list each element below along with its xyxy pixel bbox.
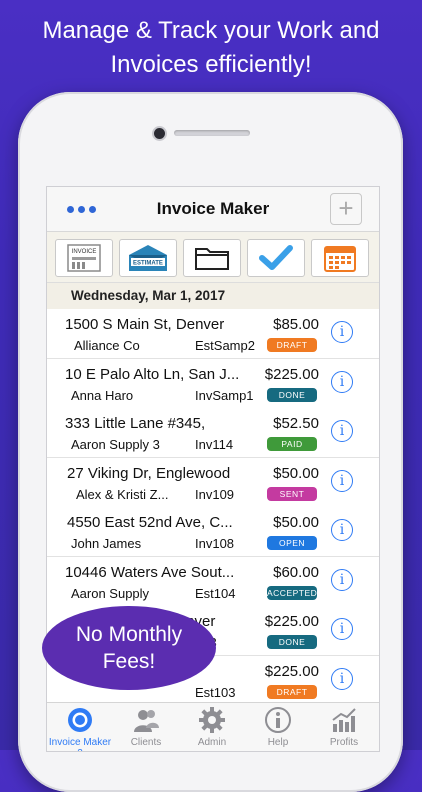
tab-label: Admin	[197, 737, 227, 748]
row-number: Est104	[195, 585, 236, 601]
promo-line1: No Monthly	[75, 623, 183, 646]
row-client: Aaron Supply	[71, 585, 150, 601]
headline-line1: Manage & Track your Work and	[42, 17, 380, 44]
info-icon[interactable]: i	[331, 519, 353, 541]
status-badge: OPEN	[267, 536, 317, 550]
info-icon[interactable]: i	[331, 321, 353, 343]
list-item[interactable]: 27 Viking Dr, Englewood Alex & Kristi Z..…	[47, 457, 379, 508]
section-date: Wednesday, Mar 1, 2017	[71, 288, 226, 303]
info-icon	[265, 707, 291, 733]
status-badge: DONE	[267, 387, 317, 402]
status-badge: DONE	[267, 635, 317, 649]
tab-help[interactable]: Help	[245, 703, 311, 751]
status-badge: ACCEPTED	[267, 585, 318, 600]
row-number: Inv114	[195, 437, 234, 452]
invoice-icon-label: INVOICE	[72, 249, 97, 255]
target-icon	[68, 708, 92, 732]
toolbar: INVOICE ESTIMATE	[47, 232, 379, 283]
tab-invoice-maker[interactable]: Invoice Maker 2	[47, 703, 113, 751]
row-address: 10 E Palo Alto Ln, San J...	[65, 365, 240, 383]
nav-bar: Invoice Maker +	[47, 187, 379, 232]
info-icon[interactable]: i	[331, 667, 353, 690]
estimate-icon-label: ESTIMATE	[133, 261, 163, 267]
info-icon[interactable]: i	[331, 618, 353, 640]
list-item[interactable]: 1500 S Main St, Denver Alliance Co EstSamp…	[47, 309, 379, 359]
row-address: 333 Little Lane #345,	[65, 415, 206, 432]
row-amount: $50.00	[273, 514, 319, 531]
row-client: Alliance Co	[74, 338, 140, 353]
list-item[interactable]: 10446 Waters Ave Sout... Aaron Supply Est1…	[47, 556, 379, 607]
invoice-icon: INVOICE	[67, 244, 101, 272]
row-client: Aaron Supply 3	[71, 437, 160, 452]
row-address: 1500 S Main St, Denver	[65, 316, 225, 333]
info-icon[interactable]: i	[331, 420, 353, 442]
row-number: InvSamp1	[195, 387, 254, 403]
invoice-button[interactable]: INVOICE	[55, 239, 113, 277]
row-number: EstSamp2	[195, 338, 255, 353]
tab-admin[interactable]: Admin	[179, 703, 245, 751]
estimate-icon: ESTIMATE	[129, 245, 167, 271]
speaker-grille	[174, 130, 250, 136]
row-amount: $225.00	[264, 662, 319, 680]
folder-icon	[195, 248, 229, 270]
checkmark-icon	[259, 245, 293, 270]
row-address: 27 Viking Dr, Englewood	[67, 464, 231, 482]
status-badge: PAID	[267, 437, 317, 451]
info-icon[interactable]: i	[331, 469, 353, 492]
row-address: 4550 East 52nd Ave, C...	[67, 514, 233, 531]
status-badge: DRAFT	[267, 684, 317, 699]
calendar-icon	[324, 246, 356, 272]
row-number: Est103	[195, 684, 236, 700]
calendar-button[interactable]	[311, 239, 369, 277]
tab-label: Help	[267, 737, 289, 748]
row-number: Inv108	[195, 536, 235, 551]
tab-profits[interactable]: Profits	[311, 703, 377, 751]
tab-clients[interactable]: Clients	[113, 703, 179, 751]
row-amount: $85.00	[273, 316, 319, 333]
headline: Manage & Track your Work and Invoices ef…	[0, 14, 422, 82]
promo-bubble: No Monthly Fees!	[42, 606, 216, 690]
checkmark-button[interactable]	[247, 239, 305, 277]
people-icon	[134, 710, 159, 732]
camera-icon	[154, 128, 165, 139]
list-item[interactable]: 10 E Palo Alto Ln, San J... Anna Haro InvS…	[47, 358, 379, 409]
row-client: Anna Haro	[71, 387, 134, 403]
row-amount: $60.00	[273, 563, 319, 581]
tab-label: Clients	[130, 737, 162, 748]
row-client: John James	[71, 536, 142, 551]
row-amount: $50.00	[273, 464, 319, 482]
row-amount: $225.00	[264, 613, 319, 630]
tab-bar: Invoice Maker 2 Clients	[47, 702, 379, 751]
list-item[interactable]: 4550 East 52nd Ave, C... John James Inv108…	[47, 507, 379, 557]
promo-line2: Fees!	[102, 650, 156, 673]
chart-icon	[332, 708, 356, 732]
tab-label: Profits	[329, 737, 359, 748]
row-amount: $52.50	[273, 415, 319, 432]
gear-icon	[199, 707, 225, 733]
row-amount: $225.00	[264, 365, 319, 383]
info-icon[interactable]: i	[331, 370, 353, 393]
row-client: Alex & Kristi Z...	[76, 486, 169, 502]
status-badge: SENT	[267, 486, 317, 501]
add-button[interactable]: +	[330, 193, 362, 225]
status-badge: DRAFT	[267, 338, 317, 352]
row-address: 10446 Waters Ave Sout...	[65, 563, 235, 581]
headline-line2: Invoices efficiently!	[110, 51, 312, 78]
folder-button[interactable]	[183, 239, 241, 277]
list-item[interactable]: 333 Little Lane #345, Aaron Supply 3 Inv11…	[47, 408, 379, 458]
date-section-header: Wednesday, Mar 1, 2017	[47, 283, 379, 310]
info-icon[interactable]: i	[331, 568, 353, 591]
row-number: Inv109	[195, 486, 235, 502]
estimate-button[interactable]: ESTIMATE	[119, 239, 177, 277]
